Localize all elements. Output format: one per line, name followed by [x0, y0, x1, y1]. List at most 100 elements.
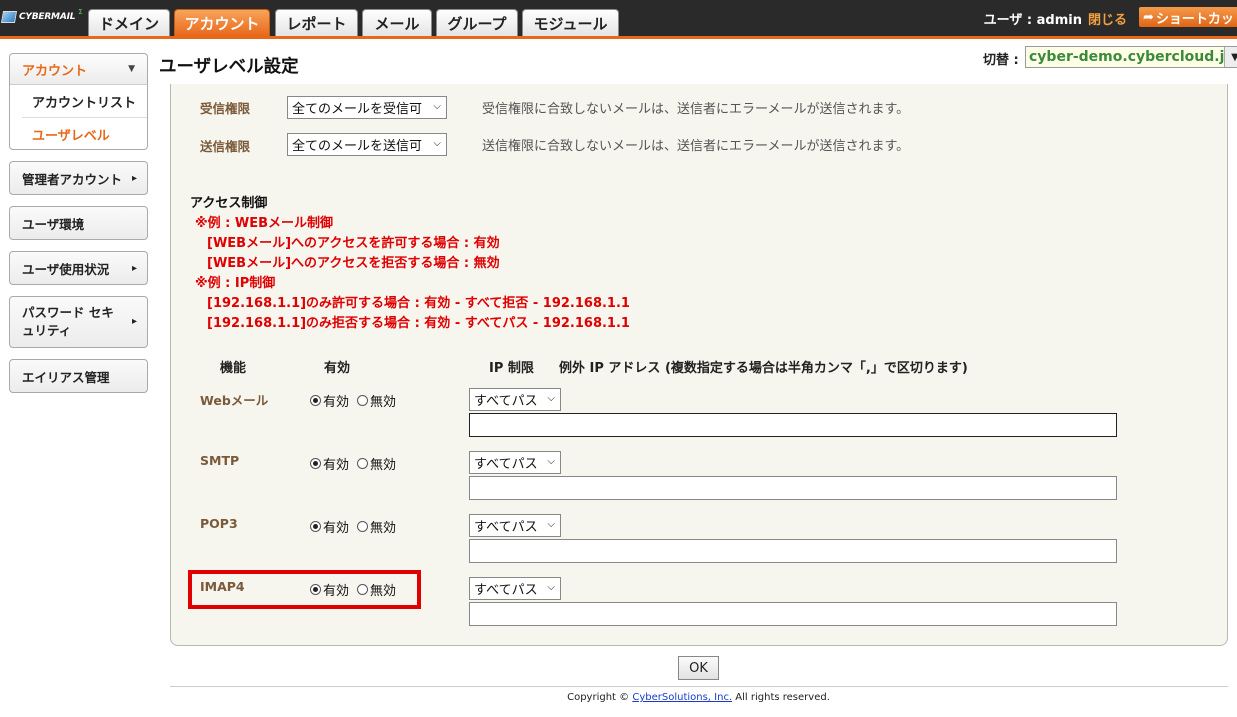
caret-down-icon: ▼ — [128, 64, 135, 74]
pop3-on-radio[interactable] — [310, 521, 321, 532]
example-1-allow: [WEBメール]へのアクセスを許可する場合 : 有効 — [207, 236, 500, 251]
sidebar-item-label: ユーザ環境 — [22, 216, 85, 232]
imap4-ip-mode-select[interactable]: すべてパス ⌵ — [469, 577, 561, 600]
example-2-deny: [192.168.1.1]のみ拒否する場合 : 有効 - すべてパス - 192… — [207, 316, 630, 331]
receive-permission-note: 受信権限に合致しないメールは、送信者にエラーメールが送信されます。 — [482, 102, 910, 117]
smtp-enabled-radios: 有効 無効 — [310, 454, 404, 473]
domain-switch-value: cyber-demo.cybercloud.jp — [1029, 49, 1235, 65]
sidebar-item-label: エイリアス管理 — [22, 369, 110, 385]
sidebar-item-admin-account[interactable]: 管理者アカウント ▸ — [9, 161, 148, 195]
smtp-ip-mode-select[interactable]: すべてパス ⌵ — [469, 451, 561, 474]
shortcut-arrow-icon: ➦ — [1143, 9, 1154, 25]
pop3-exception-input[interactable] — [469, 539, 1117, 563]
pop3-ip-mode-select[interactable]: すべてパス ⌵ — [469, 514, 561, 537]
chevron-down-icon: ▼ — [1224, 47, 1237, 67]
example-2-allow: [192.168.1.1]のみ許可する場合 : 有効 - すべて拒否 - 192… — [207, 296, 630, 311]
domain-switch-label: 切替 : — [983, 53, 1019, 68]
webmail-on-radio[interactable] — [310, 395, 321, 406]
copyright-prefix: Copyright © — [567, 692, 633, 703]
col-exception-ip: 例外 IP アドレス (複数指定する場合は半角カンマ「,」で区切ります) — [559, 361, 968, 376]
function-name-smtp: SMTP — [200, 453, 240, 468]
sidebar-item-user-level[interactable]: ユーザレベル — [10, 118, 147, 150]
receive-permission-value: 全てのメールを受信可 — [292, 102, 423, 117]
chevron-right-icon: ▸ — [131, 262, 137, 274]
header-divider — [0, 36, 1237, 39]
footer-divider — [170, 686, 1228, 687]
function-name-webmail: Webメール — [200, 393, 269, 408]
function-name-pop3: POP3 — [200, 516, 238, 531]
pop3-off-radio[interactable] — [357, 521, 369, 532]
smtp-on-radio[interactable] — [310, 458, 321, 469]
imap4-ip-mode-value: すべてパス — [474, 583, 538, 598]
user-info: ユーザ : admin 閉じる — [984, 9, 1127, 28]
chevron-right-icon: ▸ — [131, 316, 137, 327]
sidebar-item-password-security[interactable]: パスワード セキュリティ ▸ — [9, 296, 148, 348]
page-title: ユーザレベル設定 — [159, 57, 299, 77]
access-control-title: アクセス制御 — [190, 196, 268, 211]
webmail-exception-input[interactable] — [469, 413, 1117, 437]
pop3-enabled-radios: 有効 無効 — [310, 517, 404, 536]
copyright-suffix: All rights reserved. — [732, 692, 830, 703]
sidebar-account-head[interactable]: アカウント ▼ — [10, 54, 147, 85]
chevron-down-icon: ⌵ — [547, 393, 555, 404]
webmail-ip-mode-select[interactable]: すべてパス ⌵ — [469, 388, 561, 411]
chevron-right-icon: ▸ — [131, 172, 137, 184]
chevron-down-icon: ⌵ — [547, 582, 555, 593]
sidebar-item-user-env[interactable]: ユーザ環境 — [9, 206, 148, 240]
sidebar-item-user-usage[interactable]: ユーザ使用状況 ▸ — [9, 251, 148, 285]
logo-icon — [0, 11, 18, 23]
ok-button[interactable]: OK — [678, 656, 719, 680]
sidebar-account-group: アカウント ▼ アカウントリスト ユーザレベル — [9, 53, 148, 150]
webmail-enabled-radios: 有効 無効 — [310, 391, 404, 410]
shortcut-button[interactable]: ➦ ショートカット — [1139, 7, 1237, 27]
tab-mail[interactable]: メール — [362, 9, 432, 36]
logo-sup: Σ — [78, 8, 83, 16]
example-1-deny: [WEBメール]へのアクセスを拒否する場合 : 無効 — [207, 256, 500, 271]
webmail-ip-mode-value: すべてパス — [474, 394, 538, 409]
tab-group[interactable]: グループ — [436, 9, 518, 36]
on-label: 有効 — [323, 458, 350, 473]
sidebar-item-label: パスワード セキュリティ — [22, 305, 114, 338]
smtp-off-radio[interactable] — [357, 458, 369, 469]
send-permission-note: 送信権限に合致しないメールは、送信者にエラーメールが送信されます。 — [482, 139, 910, 154]
col-function: 機能 — [220, 361, 247, 376]
on-label: 有効 — [323, 521, 350, 536]
webmail-off-radio[interactable] — [357, 395, 369, 406]
tab-module[interactable]: モジュール — [522, 9, 619, 36]
example-2-title: ※例 : IP制御 — [195, 276, 276, 291]
tab-domain[interactable]: ドメイン — [88, 9, 170, 36]
off-label: 無効 — [370, 458, 397, 473]
col-enabled: 有効 — [324, 361, 351, 376]
close-link[interactable]: 閉じる — [1088, 13, 1127, 28]
chevron-down-icon: ⌵ — [433, 101, 441, 112]
smtp-exception-input[interactable] — [469, 476, 1117, 500]
chevron-down-icon: ⌵ — [547, 519, 555, 530]
logo: CYBERMAIL Σ — [0, 8, 83, 25]
smtp-ip-mode-value: すべてパス — [474, 457, 538, 472]
imap4-exception-input[interactable] — [469, 602, 1117, 626]
off-label: 無効 — [370, 521, 397, 536]
chevron-down-icon: ⌵ — [433, 138, 441, 149]
receive-permission-select[interactable]: 全てのメールを受信可 ⌵ — [287, 96, 447, 119]
domain-switch-select[interactable]: cyber-demo.cybercloud.jp ▼ — [1025, 46, 1237, 68]
pop3-ip-mode-value: すべてパス — [474, 520, 538, 535]
tab-report[interactable]: レポート — [275, 9, 358, 36]
col-ip-limit: IP 制限 — [489, 361, 534, 376]
receive-permission-label: 受信権限 — [200, 101, 251, 116]
off-label: 無効 — [370, 395, 397, 410]
user-name: ユーザ : admin — [983, 13, 1082, 28]
logo-text: CYBERMAIL — [19, 12, 76, 22]
send-permission-value: 全てのメールを送信可 — [292, 139, 423, 154]
company-link[interactable]: CyberSolutions, Inc. — [632, 692, 732, 703]
example-1-title: ※例 : WEBメール制御 — [195, 216, 334, 231]
sidebar-item-alias[interactable]: エイリアス管理 — [9, 359, 148, 393]
chevron-down-icon: ⌵ — [547, 456, 555, 467]
tab-account[interactable]: アカウント — [174, 9, 270, 36]
on-label: 有効 — [323, 395, 350, 410]
imap4-highlight-box — [188, 570, 421, 609]
copyright: Copyright © CyberSolutions, Inc. All rig… — [0, 692, 1237, 703]
sidebar-account-label: アカウント — [22, 63, 88, 79]
send-permission-select[interactable]: 全てのメールを送信可 ⌵ — [287, 133, 447, 156]
send-permission-label: 送信権限 — [200, 139, 251, 154]
sidebar-item-account-list[interactable]: アカウントリスト — [10, 85, 147, 117]
